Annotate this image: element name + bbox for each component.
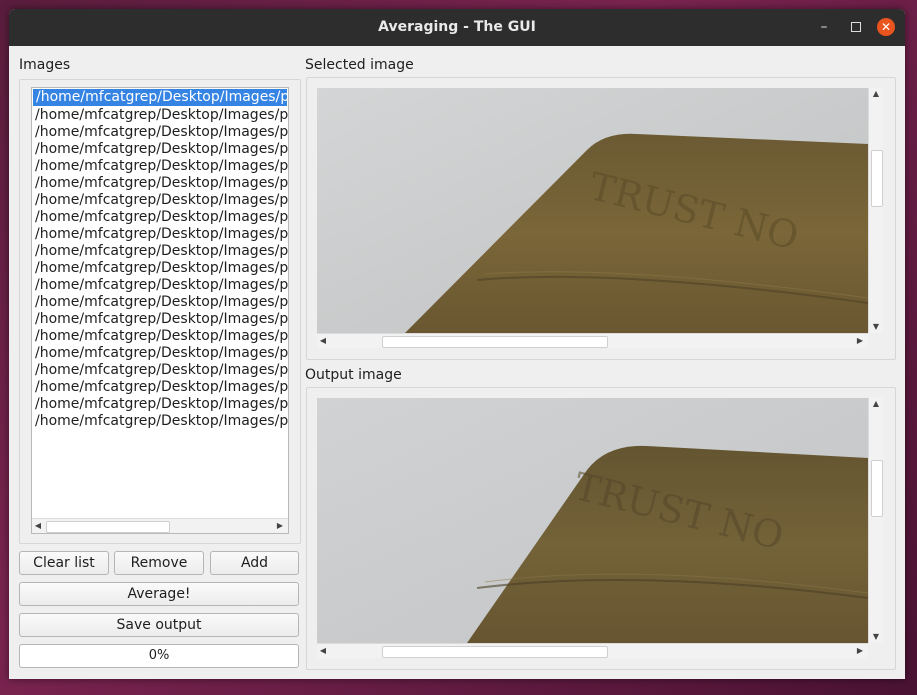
output-image-label: Output image [305,367,402,383]
selected-image-vscrollbar[interactable]: ▲ ▼ [868,88,883,333]
scroll-up-icon[interactable]: ▲ [869,88,883,100]
scroll-thumb[interactable] [871,460,883,517]
clear-list-button[interactable]: Clear list [19,551,109,575]
scroll-left-icon[interactable]: ◀ [317,644,329,658]
list-item[interactable]: /home/mfcatgrep/Desktop/Images/p [32,260,288,277]
list-item[interactable]: /home/mfcatgrep/Desktop/Images/p [32,294,288,311]
list-item[interactable]: /home/mfcatgrep/Desktop/Images/p [32,141,288,158]
list-item[interactable]: /home/mfcatgrep/Desktop/Images/p [32,345,288,362]
selected-image-view[interactable]: TRUST NO [317,88,868,333]
title-bar[interactable]: Averaging - The GUI – ✕ [9,9,905,46]
selected-image-picture: TRUST NO [317,88,868,333]
images-list-hscrollbar[interactable]: ◀ ▶ [32,518,288,533]
remove-button[interactable]: Remove [114,551,204,575]
output-image-hscrollbar[interactable]: ◀ ▶ [317,643,868,658]
window-title: Averaging - The GUI [378,19,536,35]
list-item[interactable]: /home/mfcatgrep/Desktop/Images/p [32,226,288,243]
list-item[interactable]: /home/mfcatgrep/Desktop/Images/p [32,362,288,379]
list-item[interactable]: /home/mfcatgrep/Desktop/Images/p [32,192,288,209]
selected-image-hscrollbar[interactable]: ◀ ▶ [317,333,868,348]
images-label: Images [19,57,71,73]
close-icon[interactable]: ✕ [877,18,895,36]
scroll-right-icon[interactable]: ▶ [274,519,286,533]
average-button[interactable]: Average! [19,582,299,606]
list-item[interactable]: /home/mfcatgrep/Desktop/Images/p [32,379,288,396]
scroll-down-icon[interactable]: ▼ [869,321,883,333]
main-window: Averaging - The GUI – ✕ Images /home/mfc… [9,9,905,679]
output-image-view[interactable]: TRUST NO [317,398,868,643]
scroll-down-icon[interactable]: ▼ [869,631,883,643]
scroll-left-icon[interactable]: ◀ [317,334,329,348]
scroll-thumb[interactable] [46,521,170,533]
list-item[interactable]: /home/mfcatgrep/Desktop/Images/p [33,89,287,106]
scroll-left-icon[interactable]: ◀ [32,519,44,533]
list-item[interactable]: /home/mfcatgrep/Desktop/Images/p [32,277,288,294]
list-item[interactable]: /home/mfcatgrep/Desktop/Images/p [32,328,288,345]
list-item[interactable]: /home/mfcatgrep/Desktop/Images/p [32,175,288,192]
maximize-icon[interactable] [847,18,865,36]
scroll-thumb[interactable] [382,336,608,348]
list-item[interactable]: /home/mfcatgrep/Desktop/Images/p [32,158,288,175]
list-item[interactable]: /home/mfcatgrep/Desktop/Images/p [32,396,288,413]
selected-image-label: Selected image [305,57,414,73]
save-output-button[interactable]: Save output [19,613,299,637]
list-item[interactable]: /home/mfcatgrep/Desktop/Images/p [32,413,288,430]
scroll-thumb[interactable] [382,646,608,658]
progress-bar: 0% [19,644,299,668]
minimize-icon[interactable]: – [815,18,833,36]
list-item[interactable]: /home/mfcatgrep/Desktop/Images/p [32,311,288,328]
list-item[interactable]: /home/mfcatgrep/Desktop/Images/p [32,243,288,260]
output-image-picture: TRUST NO [317,398,868,643]
scroll-right-icon[interactable]: ▶ [854,644,866,658]
images-list[interactable]: /home/mfcatgrep/Desktop/Images/p/home/mf… [31,87,289,534]
output-image-vscrollbar[interactable]: ▲ ▼ [868,398,883,643]
scroll-right-icon[interactable]: ▶ [854,334,866,348]
add-button[interactable]: Add [210,551,299,575]
scroll-thumb[interactable] [871,150,883,207]
scroll-up-icon[interactable]: ▲ [869,398,883,410]
list-item[interactable]: /home/mfcatgrep/Desktop/Images/p [32,209,288,226]
list-item[interactable]: /home/mfcatgrep/Desktop/Images/p [32,124,288,141]
list-item[interactable]: /home/mfcatgrep/Desktop/Images/p [32,107,288,124]
